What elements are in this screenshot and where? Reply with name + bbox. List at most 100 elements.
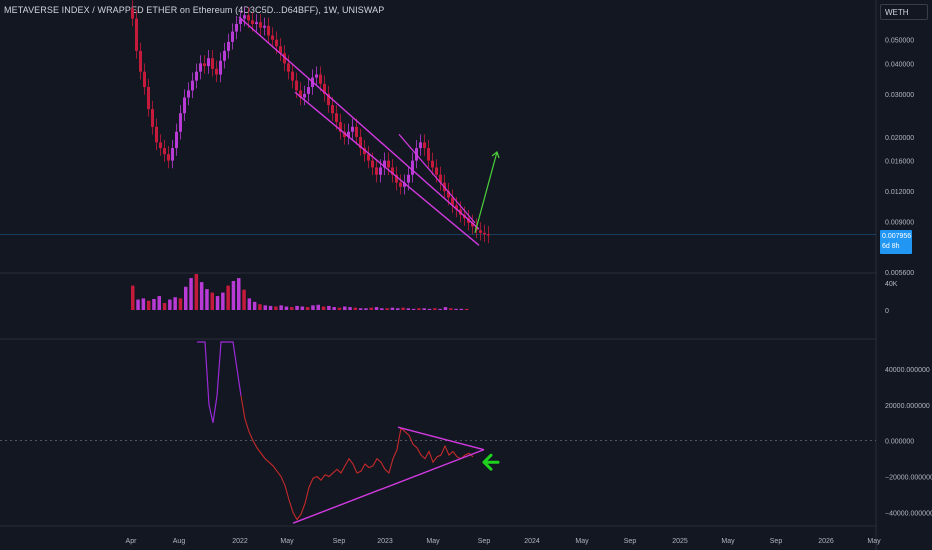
candle-body: [263, 25, 266, 28]
time-tick-label: 2023: [377, 538, 393, 545]
oscillator-tick-label: 0.000000: [885, 439, 914, 446]
volume-bar: [443, 307, 448, 310]
volume-bar: [353, 307, 358, 310]
price-tick-label: 0.030000: [885, 92, 914, 99]
candle-body: [335, 113, 338, 123]
candle-body: [199, 63, 202, 72]
volume-bar: [433, 308, 437, 310]
volume-bar: [295, 305, 299, 310]
candle-body: [203, 63, 206, 67]
volume-bar: [131, 285, 135, 310]
volume-bar: [358, 308, 363, 310]
candle-body: [319, 74, 322, 84]
candle-body: [355, 126, 358, 137]
volume-bar: [136, 299, 140, 310]
volume-bar: [406, 308, 411, 310]
volume-bar: [274, 306, 278, 310]
volume-bar: [305, 307, 310, 310]
candle-body: [419, 142, 422, 149]
candle-body: [223, 50, 226, 61]
volume-bar: [374, 307, 379, 310]
time-tick-label: Sep: [770, 538, 783, 545]
oscillator-tick-label: 40000.000000: [885, 367, 930, 374]
chart-canvas[interactable]: 0.050000 0.040000 0.030000 0.020000 0.016000…: [0, 0, 932, 550]
time-tick-label: 2026: [818, 538, 834, 545]
candle-body: [219, 60, 222, 75]
candle-body: [399, 182, 402, 187]
time-tick-label: May: [575, 538, 589, 545]
candle-body: [135, 18, 138, 51]
oscillator-tick-label: −20000.000000: [885, 475, 932, 482]
candle-body: [431, 160, 434, 168]
volume-bar: [385, 308, 389, 310]
price-tick-label: 0.016000: [885, 159, 914, 166]
volume-bar: [184, 286, 188, 310]
price-tick-label: 0.012000: [885, 189, 914, 196]
volume-bar: [168, 299, 172, 310]
candle-body: [163, 148, 166, 155]
candle-body: [175, 131, 178, 149]
volume-bar: [173, 297, 177, 310]
time-tick-label: 2022: [232, 538, 248, 545]
volume-bar: [146, 300, 151, 310]
candle-body: [195, 71, 198, 81]
volume-bar: [152, 298, 156, 310]
candle-body: [367, 154, 370, 161]
volume-bar: [348, 307, 352, 310]
candle-body: [159, 142, 162, 149]
trend-annotations: [238, 16, 500, 524]
volume-bar: [401, 307, 405, 310]
volume-bar: [316, 304, 320, 310]
volume-bar: [237, 278, 241, 310]
candle-body: [215, 68, 218, 75]
volume-bar: [157, 296, 161, 310]
volume-bar: [252, 301, 257, 310]
candle-body: [379, 167, 382, 175]
volume-bar: [449, 308, 453, 310]
volume-bar: [343, 306, 347, 310]
oscillator-tick-label: 20000.000000: [885, 403, 930, 410]
candle-body: [207, 58, 210, 67]
time-tick-label: May: [426, 538, 440, 545]
candle-body: [303, 93, 306, 98]
time-axis: Apr Aug 2022 May Sep 2023 May Sep 2024 May Sep 2025…: [126, 538, 882, 545]
time-tick-label: Sep: [624, 538, 637, 545]
oscillator-series-early: [197, 341, 242, 423]
candle-body: [167, 154, 170, 161]
volume-bar: [417, 308, 421, 310]
price-tick-label: 0.005600: [885, 270, 914, 277]
candle-body: [251, 20, 254, 24]
candle-body: [331, 105, 334, 114]
time-tick-label: Sep: [333, 538, 346, 545]
candle-body: [411, 160, 414, 175]
price-tick-label: 0.050000: [885, 38, 914, 45]
volume-bar: [464, 308, 469, 310]
candle-body: [287, 63, 290, 72]
candle-body: [227, 41, 230, 51]
oscillator-line: [197, 341, 474, 521]
candle-body: [191, 80, 194, 91]
candle-body: [183, 97, 186, 114]
triangle-lower-line: [292, 448, 485, 524]
candle-body: [427, 148, 430, 161]
candle-body: [151, 109, 154, 127]
candle-body: [435, 167, 438, 175]
candle-body: [423, 142, 426, 149]
bar-countdown: 6d 8h: [882, 243, 900, 250]
volume-bar: [332, 307, 336, 310]
candle-body: [375, 167, 378, 175]
volume-bar: [226, 285, 230, 310]
volume-bar: [311, 305, 315, 310]
candle-body: [487, 234, 490, 236]
volume-bar: [210, 292, 214, 310]
candle-body: [235, 23, 238, 32]
volume-bar: [242, 289, 246, 310]
oscillator-series: [240, 395, 474, 521]
candle-body: [483, 232, 486, 235]
volume-tick-label: 0: [885, 308, 889, 315]
candle-body: [147, 87, 150, 110]
volume-bar: [459, 308, 464, 310]
last-price-value: 0.007956: [882, 233, 912, 240]
candle-body: [295, 80, 298, 91]
volume-bar: [284, 306, 289, 310]
